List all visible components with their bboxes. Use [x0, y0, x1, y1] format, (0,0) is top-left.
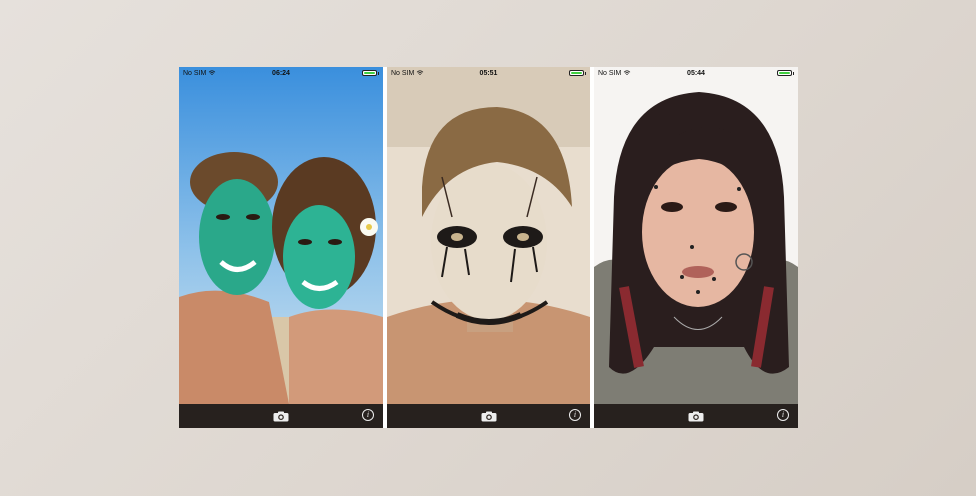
- status-bar: No SIM 05:51: [387, 67, 590, 79]
- bottom-toolbar: i: [179, 404, 383, 428]
- clock: 05:44: [687, 69, 705, 77]
- phone-screen-3: No SIM 05:44 i: [594, 67, 798, 428]
- status-bar: No SIM 06:24: [179, 67, 383, 79]
- phone-screen-2: No SIM 05:51 i: [387, 67, 590, 428]
- photo-woman-piercings: [594, 67, 798, 404]
- clock: 06:24: [272, 69, 290, 77]
- camera-icon[interactable]: [481, 411, 497, 422]
- bottom-toolbar: i: [594, 404, 798, 428]
- info-icon[interactable]: i: [362, 409, 374, 421]
- clock: 05:51: [479, 69, 498, 77]
- photo-man-zombie-makeup: [387, 67, 590, 404]
- app-screenshots-strip: No SIM 06:24 i No SIM 05:51 i No SIM 05:…: [179, 67, 798, 428]
- phone-screen-1: No SIM 06:24 i: [179, 67, 383, 428]
- photo-couple-green-face-paint: [179, 67, 383, 404]
- camera-icon[interactable]: [273, 411, 289, 422]
- status-bar: No SIM 05:44: [594, 67, 798, 79]
- camera-icon[interactable]: [688, 411, 704, 422]
- info-icon[interactable]: i: [777, 409, 789, 421]
- info-icon[interactable]: i: [569, 409, 581, 421]
- bottom-toolbar: i: [387, 404, 590, 428]
